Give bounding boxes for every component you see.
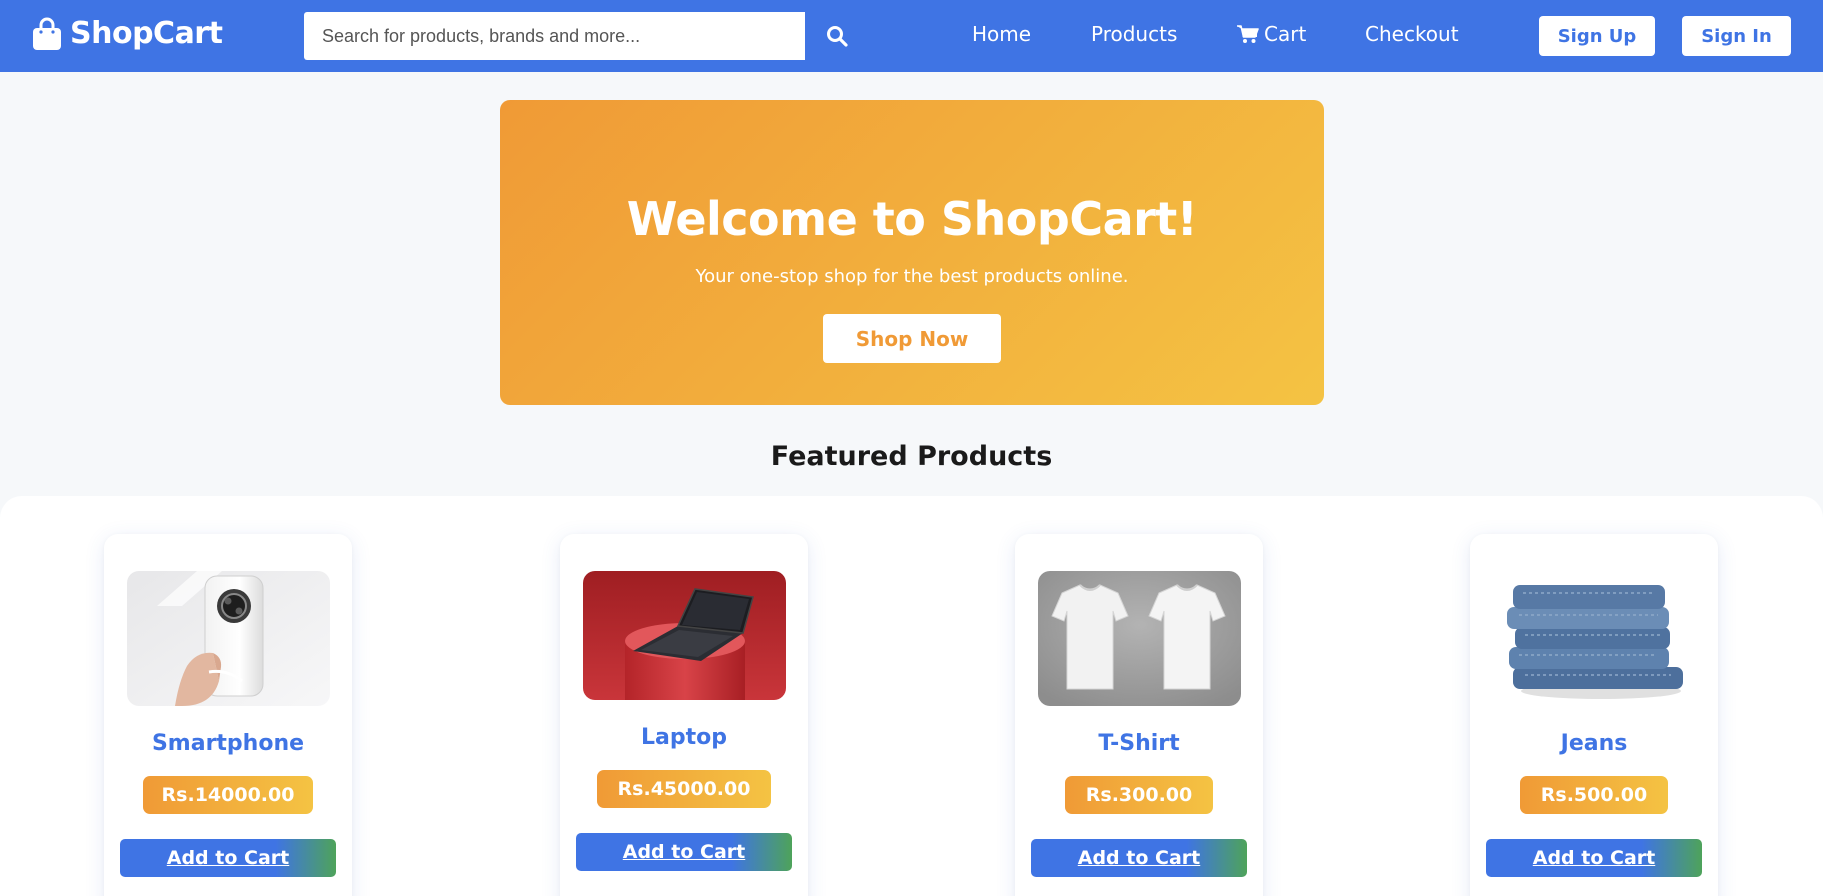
shop-now-button[interactable]: Shop Now — [823, 314, 1001, 363]
nav-cart-label: Cart — [1264, 22, 1307, 46]
add-to-cart-button[interactable]: Add to Cart — [1486, 839, 1702, 877]
product-name: Smartphone — [151, 731, 305, 756]
hero-title: Welcome to ShopCart! — [626, 192, 1198, 246]
hero-subtitle: Your one-stop shop for the best products… — [695, 266, 1129, 287]
product-name: Jeans — [1560, 731, 1628, 756]
nav-cart[interactable]: Cart — [1237, 22, 1306, 46]
add-to-cart-button[interactable]: Add to Cart — [120, 839, 336, 877]
product-card-jeans: Jeans Rs.500.00 Add to Cart — [1470, 534, 1718, 896]
add-to-cart-button[interactable]: Add to Cart — [1031, 839, 1247, 877]
search-input[interactable] — [304, 12, 805, 60]
brand-name: ShopCart — [70, 16, 223, 51]
tshirt-image — [1038, 571, 1241, 706]
product-card-smartphone: Smartphone Rs.14000.00 Add to Cart — [104, 534, 352, 896]
product-name: T-Shirt — [1098, 731, 1180, 756]
sign-up-button[interactable]: Sign Up — [1539, 16, 1655, 56]
brand-logo[interactable]: ShopCart — [32, 16, 223, 51]
top-navbar: ShopCart Home Products Cart Checkout Sig… — [0, 0, 1823, 72]
add-to-cart-button[interactable]: Add to Cart — [576, 833, 792, 871]
product-card-tshirt: T-Shirt Rs.300.00 Add to Cart — [1015, 534, 1263, 896]
search-icon — [826, 26, 848, 47]
nav-products[interactable]: Products — [1091, 22, 1177, 46]
cart-icon — [1237, 25, 1259, 43]
nav-checkout[interactable]: Checkout — [1365, 22, 1459, 46]
jeans-image — [1493, 571, 1696, 706]
section-title: Featured Products — [770, 441, 1053, 472]
nav-home[interactable]: Home — [972, 22, 1031, 46]
search-bar — [304, 12, 868, 60]
search-button[interactable] — [805, 12, 868, 60]
product-price: Rs.45000.00 — [597, 770, 771, 808]
laptop-image — [583, 571, 786, 700]
product-price: Rs.300.00 — [1065, 776, 1213, 814]
smartphone-image — [127, 571, 330, 706]
sign-in-button[interactable]: Sign In — [1682, 16, 1791, 56]
product-name: Laptop — [641, 725, 727, 750]
product-price: Rs.14000.00 — [143, 776, 313, 814]
product-card-laptop: Laptop Rs.45000.00 Add to Cart — [560, 534, 808, 896]
shopping-bag-icon — [33, 17, 61, 50]
hero-banner: Welcome to ShopCart! Your one-stop shop … — [500, 100, 1324, 405]
product-price: Rs.500.00 — [1520, 776, 1668, 814]
